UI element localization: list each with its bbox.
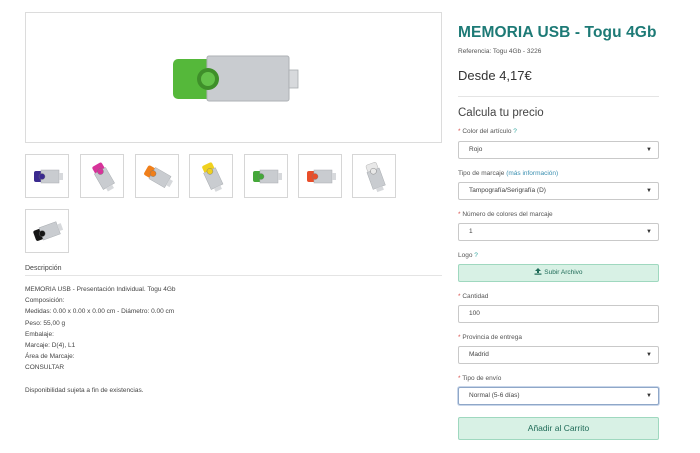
- thumbnail-green[interactable]: [244, 154, 288, 198]
- quantity-input[interactable]: 100: [458, 305, 659, 323]
- thumbnail-purple[interactable]: [25, 154, 69, 198]
- required-mark: *: [458, 293, 461, 300]
- description-heading: Descripción: [25, 265, 62, 272]
- usb-thumbnail-picture: [144, 165, 173, 189]
- thumbnail-orange[interactable]: [135, 154, 179, 198]
- chevron-down-icon: ▼: [646, 393, 652, 399]
- upload-label: Subir Archivo: [544, 269, 583, 276]
- description-line: Medidas: 0.00 x 0.00 x 0.00 cm - Diámetr…: [25, 308, 175, 316]
- required-mark: *: [458, 128, 461, 135]
- description-line: Embalaje:: [25, 330, 54, 338]
- province-select[interactable]: Madrid ▼: [458, 346, 659, 364]
- help-icon[interactable]: ?: [513, 128, 517, 135]
- usb-thumbnail-picture: [253, 169, 282, 184]
- usb-thumbnail-picture: [92, 162, 115, 192]
- description-line: Marcaje: D(4), L1: [25, 342, 76, 350]
- price-divider: [458, 96, 659, 97]
- shipping-label: * Tipo de envío: [458, 375, 502, 382]
- product-reference: Referencia: Togu 4Gb - 3226: [458, 48, 542, 55]
- thumbnail-yellow[interactable]: [189, 154, 233, 198]
- availability-note: Disponibilidad sujeta a fin de existenci…: [25, 386, 144, 394]
- product-price: Desde 4,17€: [458, 68, 532, 83]
- description-line: Composición:: [25, 297, 65, 305]
- usb-thumbnail-picture: [307, 169, 336, 184]
- upload-file-button[interactable]: Subir Archivo: [458, 264, 659, 282]
- description-divider: [25, 275, 442, 276]
- product-title: MEMORIA USB - Togu 4Gb: [458, 24, 657, 41]
- shipping-select[interactable]: Normal (5-6 días) ▼: [458, 387, 659, 405]
- description-line: MEMORIA USB - Presentación Individual. T…: [25, 286, 176, 293]
- thumbnail-black[interactable]: [25, 209, 69, 253]
- province-value: Madrid: [469, 351, 489, 358]
- upload-icon: [534, 268, 542, 275]
- chevron-down-icon: ▼: [646, 352, 652, 358]
- required-mark: *: [458, 211, 461, 218]
- add-to-cart-button[interactable]: Añadir al Carrito: [458, 417, 659, 440]
- marking-type-value: Tampografía/Serigrafía (D): [469, 187, 546, 194]
- required-mark: *: [458, 375, 461, 382]
- logo-label: Logo ?: [458, 252, 478, 259]
- description-body: MEMORIA USB - Presentación Individual. T…: [25, 284, 176, 396]
- shipping-value: Normal (5-6 días): [469, 392, 520, 399]
- product-main-image[interactable]: [25, 12, 442, 143]
- calculator-heading: Calcula tu precio: [458, 107, 544, 119]
- thumbnail-white[interactable]: [352, 154, 396, 198]
- color-select-value: Rojo: [469, 146, 483, 153]
- required-mark: *: [458, 334, 461, 341]
- marking-colors-label: * Número de colores del marcaje: [458, 211, 553, 218]
- usb-connector: [288, 69, 299, 89]
- usb-thumbnail-picture: [34, 169, 63, 184]
- color-select[interactable]: Rojo ▼: [458, 141, 659, 159]
- marking-colors-select[interactable]: 1 ▼: [458, 223, 659, 241]
- thumbnail-red[interactable]: [298, 154, 342, 198]
- more-info-link[interactable]: (más información): [506, 170, 558, 177]
- description-line: CONSULTAR: [25, 364, 65, 372]
- usb-swivel: [206, 55, 290, 102]
- description-line: Peso: 55,00 g: [25, 319, 66, 327]
- marking-type-label: Tipo de marcaje (más información): [458, 170, 559, 177]
- color-label: * Color del artículo ?: [458, 128, 517, 135]
- usb-main-picture: [173, 55, 299, 102]
- chevron-down-icon: ▼: [646, 188, 652, 194]
- usb-thumbnail-picture: [365, 162, 386, 193]
- province-label: * Provincia de entrega: [458, 334, 522, 341]
- quantity-label: * Cantidad: [458, 293, 489, 300]
- marking-colors-value: 1: [469, 228, 473, 235]
- usb-thumbnail-picture: [202, 162, 224, 192]
- help-icon[interactable]: ?: [474, 252, 478, 259]
- quantity-value: 100: [469, 310, 480, 317]
- description-line: Área de Marcaje:: [25, 353, 75, 361]
- thumbnail-pink[interactable]: [80, 154, 124, 198]
- chevron-down-icon: ▼: [646, 147, 652, 153]
- chevron-down-icon: ▼: [646, 229, 652, 235]
- marking-type-select[interactable]: Tampografía/Serigrafía (D) ▼: [458, 182, 659, 200]
- usb-thumbnail-picture: [33, 221, 64, 241]
